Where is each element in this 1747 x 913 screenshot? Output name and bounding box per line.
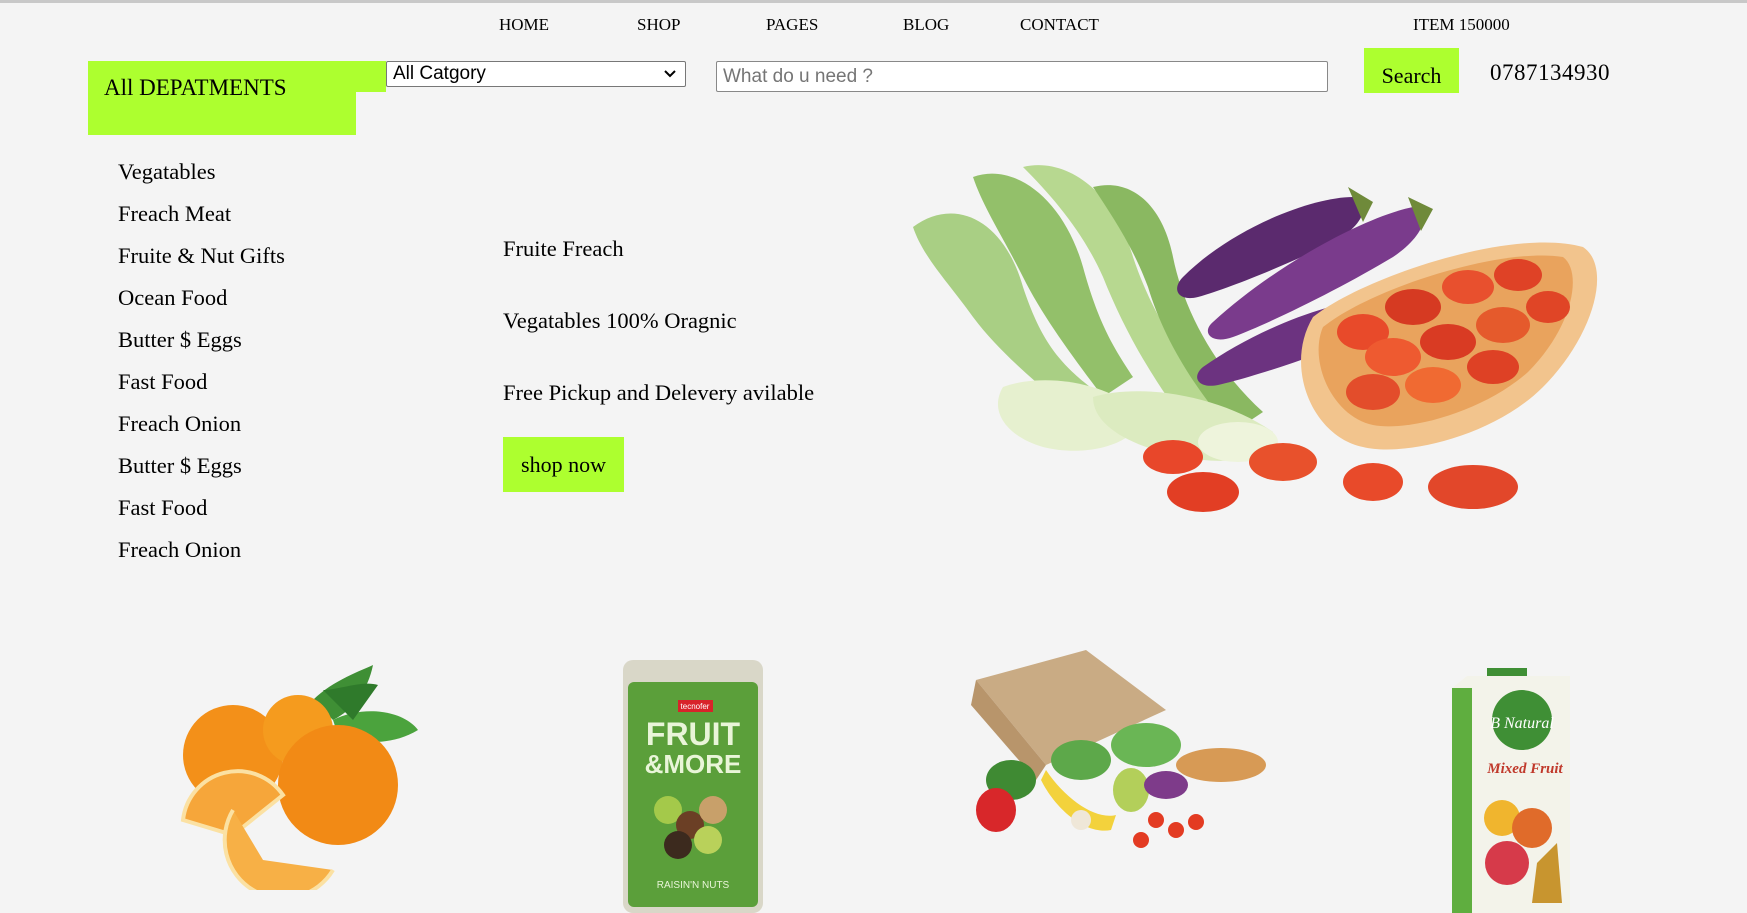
departments-button-tab xyxy=(356,61,386,92)
snack-title-line2: &MORE xyxy=(645,749,742,779)
department-item[interactable]: Fast Food xyxy=(118,367,285,409)
hero-line-organic: Vegatables 100% Oragnic xyxy=(503,308,737,333)
fruit-and-more-pack-image: tecnofer FRUIT &MORE RAISIN'N NUTS xyxy=(623,660,763,913)
search-input[interactable]: What do u need ? xyxy=(716,61,1328,92)
nav-contact-link[interactable]: CONTACT xyxy=(1020,15,1099,35)
department-item[interactable]: Freach Onion xyxy=(118,535,285,577)
chevron-down-icon xyxy=(664,70,676,78)
all-departments-button[interactable]: All DEPATMENTS xyxy=(88,61,356,135)
category-select-value: All Catgory xyxy=(393,63,486,84)
phone-number: 0787134930 xyxy=(1490,60,1610,85)
department-item[interactable]: Ocean Food xyxy=(118,283,285,325)
nav-shop-link[interactable]: SHOP xyxy=(637,15,680,35)
oranges-image xyxy=(180,665,418,890)
department-item[interactable]: Butter $ Eggs xyxy=(118,325,285,367)
hero-line-delivery: Free Pickup and Delevery avilable xyxy=(503,380,815,405)
department-item[interactable]: Vegatables xyxy=(118,157,285,199)
mixed-fruit-juice-image: B Natural Mixed Fruit xyxy=(1452,668,1570,913)
grocery-bag-image xyxy=(971,650,1266,848)
department-item[interactable]: Butter $ Eggs xyxy=(118,451,285,493)
nav-blog-link[interactable]: BLOG xyxy=(903,15,949,35)
snack-subtitle-text: RAISIN'N NUTS xyxy=(657,880,730,891)
nav-pages-link[interactable]: PAGES xyxy=(766,15,818,35)
cart-items-link[interactable]: ITEM 150000 xyxy=(1413,15,1510,35)
top-border xyxy=(0,0,1747,3)
department-item[interactable]: Fast Food xyxy=(118,493,285,535)
snack-brand-text: tecnofer xyxy=(681,702,710,711)
loose-tomatoes-illustration xyxy=(1143,440,1518,512)
juice-flavor-text: Mixed Fruit xyxy=(1486,761,1563,777)
department-item[interactable]: Fruite & Nut Gifts xyxy=(118,241,285,283)
snack-title-line1: FRUIT xyxy=(646,716,741,752)
departments-list: Vegatables Freach Meat Fruite & Nut Gift… xyxy=(118,157,285,577)
category-select[interactable]: All Catgory xyxy=(386,61,686,87)
juice-brand-text: B Natural xyxy=(1490,715,1554,732)
search-button[interactable]: Search xyxy=(1364,48,1459,93)
department-item[interactable]: Freach Meat xyxy=(118,199,285,241)
hero-line-fresh-fruit: Fruite Freach xyxy=(503,236,624,261)
nav-home-link[interactable]: HOME xyxy=(499,15,549,35)
hero-vegetables-image xyxy=(913,165,1598,512)
department-item[interactable]: Freach Onion xyxy=(118,409,285,451)
shop-now-button[interactable]: shop now xyxy=(503,437,624,492)
